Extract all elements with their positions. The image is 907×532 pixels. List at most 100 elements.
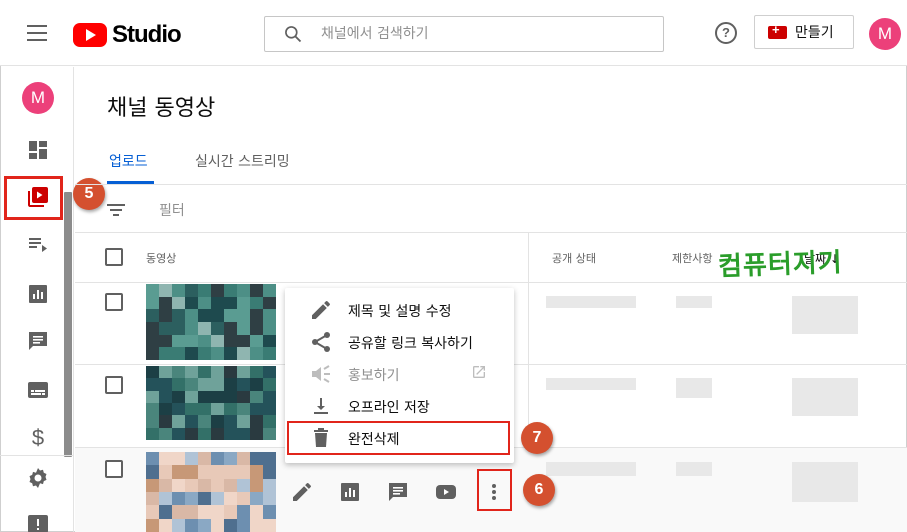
column-divider bbox=[528, 233, 529, 453]
thumbnail-pixel bbox=[172, 427, 185, 440]
comments-icon[interactable] bbox=[26, 329, 50, 353]
page-title: 채널 동영상 bbox=[107, 96, 216, 121]
filter-label[interactable]: 필터 bbox=[159, 200, 185, 220]
thumbnail-pixel bbox=[198, 491, 211, 506]
thumbnail-pixel bbox=[198, 415, 211, 428]
thumbnail-pixel bbox=[198, 427, 211, 440]
share-icon bbox=[312, 332, 330, 352]
thumbnail-pixel bbox=[237, 378, 250, 391]
thumbnail-pixel bbox=[185, 478, 198, 492]
thumbnail-pixel bbox=[250, 390, 263, 403]
thumbnail-pixel bbox=[198, 334, 211, 348]
video-camera-icon bbox=[768, 22, 787, 39]
thumbnail-pixel bbox=[172, 284, 185, 297]
thumbnail-pixel bbox=[159, 505, 172, 519]
comments-icon[interactable] bbox=[386, 480, 410, 504]
column-visibility[interactable]: 공개 상태 bbox=[552, 250, 596, 266]
channel-avatar[interactable]: M bbox=[22, 82, 54, 114]
tab-upload[interactable]: 업로드 bbox=[109, 151, 148, 171]
thumbnail-pixel bbox=[211, 518, 224, 532]
thumbnail-pixel bbox=[237, 505, 250, 519]
thumbnail-pixel bbox=[237, 402, 250, 416]
dashboard-icon[interactable] bbox=[26, 138, 50, 162]
thumbnail-pixel bbox=[146, 465, 159, 479]
menu-item-promote: 홍보하기 bbox=[285, 358, 514, 390]
thumbnail-pixel bbox=[185, 284, 198, 297]
menu-item-label: 홍보하기 bbox=[348, 368, 400, 384]
thumbnail-pixel bbox=[198, 378, 211, 391]
thumbnail-pixel bbox=[263, 491, 276, 506]
filter-icon[interactable] bbox=[106, 203, 126, 217]
thumbnail-pixel bbox=[146, 402, 159, 416]
thumbnail-pixel bbox=[211, 415, 224, 428]
subtitles-icon[interactable] bbox=[26, 378, 50, 402]
blurred-date bbox=[792, 378, 858, 416]
thumbnail-pixel bbox=[198, 465, 211, 479]
thumbnail-pixel bbox=[224, 452, 237, 466]
menu-icon[interactable] bbox=[27, 25, 47, 41]
menu-item-share[interactable]: 공유할 링크 복사하기 bbox=[285, 326, 514, 358]
thumbnail-pixel bbox=[185, 427, 198, 440]
menu-item-label: 제목 및 설명 수정 bbox=[348, 304, 452, 320]
thumbnail-pixel bbox=[263, 452, 276, 466]
megaphone-icon bbox=[312, 365, 330, 383]
thumbnail-pixel bbox=[237, 465, 250, 479]
thumbnail-pixel bbox=[172, 452, 185, 466]
search-input[interactable] bbox=[321, 17, 651, 51]
thumbnail-pixel bbox=[237, 427, 250, 440]
thumbnail-pixel bbox=[211, 366, 224, 379]
search-icon bbox=[285, 26, 302, 43]
analytics-icon[interactable] bbox=[338, 480, 362, 504]
row-checkbox[interactable] bbox=[105, 460, 123, 478]
thumbnail-pixel bbox=[172, 390, 185, 403]
tab-live-streaming[interactable]: 실시간 스트리밍 bbox=[195, 151, 290, 171]
video-thumbnail[interactable] bbox=[146, 366, 276, 440]
thumbnail-pixel bbox=[146, 366, 159, 379]
thumbnail-pixel bbox=[198, 284, 211, 297]
video-thumbnail[interactable] bbox=[146, 452, 276, 532]
search-box[interactable] bbox=[264, 16, 664, 52]
thumbnail-pixel bbox=[172, 366, 185, 379]
thumbnail-pixel bbox=[172, 309, 185, 322]
thumbnail-pixel bbox=[185, 347, 198, 360]
thumbnail-pixel bbox=[146, 415, 159, 428]
menu-item-edit[interactable]: 제목 및 설명 수정 bbox=[285, 294, 514, 326]
row-checkbox[interactable] bbox=[105, 376, 123, 394]
thumbnail-pixel bbox=[146, 378, 159, 391]
youtube-studio-logo[interactable]: Studio bbox=[73, 21, 182, 49]
thumbnail-pixel bbox=[250, 402, 263, 416]
monetization-icon[interactable]: $ bbox=[26, 425, 50, 450]
thumbnail-pixel bbox=[224, 402, 237, 416]
playlists-icon[interactable] bbox=[26, 232, 50, 256]
thumbnail-pixel bbox=[172, 347, 185, 360]
menu-item-save-offline[interactable]: 오프라인 저장 bbox=[285, 390, 514, 422]
video-thumbnail[interactable] bbox=[146, 284, 276, 360]
thumbnail-pixel bbox=[250, 347, 263, 360]
thumbnail-pixel bbox=[211, 347, 224, 360]
thumbnail-pixel bbox=[224, 465, 237, 479]
edit-pencil-icon[interactable] bbox=[290, 480, 314, 504]
help-icon[interactable]: ? bbox=[715, 22, 737, 44]
sidebar-scrollbar[interactable] bbox=[64, 192, 72, 457]
analytics-icon[interactable] bbox=[26, 282, 50, 306]
pencil-icon bbox=[312, 300, 330, 319]
step-marker-6: 6 bbox=[523, 474, 555, 506]
tabs-divider bbox=[75, 184, 907, 185]
select-all-checkbox[interactable] bbox=[105, 248, 123, 266]
thumbnail-pixel bbox=[224, 478, 237, 492]
column-restrictions[interactable]: 제한사항 bbox=[672, 250, 712, 266]
thumbnail-pixel bbox=[263, 378, 276, 391]
feedback-icon[interactable] bbox=[26, 513, 50, 532]
account-avatar[interactable]: M bbox=[869, 18, 901, 50]
thumbnail-pixel bbox=[237, 284, 250, 297]
thumbnail-pixel bbox=[224, 296, 237, 310]
thumbnail-pixel bbox=[185, 366, 198, 379]
settings-icon[interactable] bbox=[26, 466, 50, 490]
thumbnail-pixel bbox=[159, 478, 172, 492]
thumbnail-pixel bbox=[198, 402, 211, 416]
row-checkbox[interactable] bbox=[105, 293, 123, 311]
thumbnail-pixel bbox=[237, 390, 250, 403]
youtube-icon[interactable] bbox=[434, 480, 458, 504]
create-button[interactable]: 만들기 bbox=[754, 15, 854, 49]
thumbnail-pixel bbox=[146, 347, 159, 360]
